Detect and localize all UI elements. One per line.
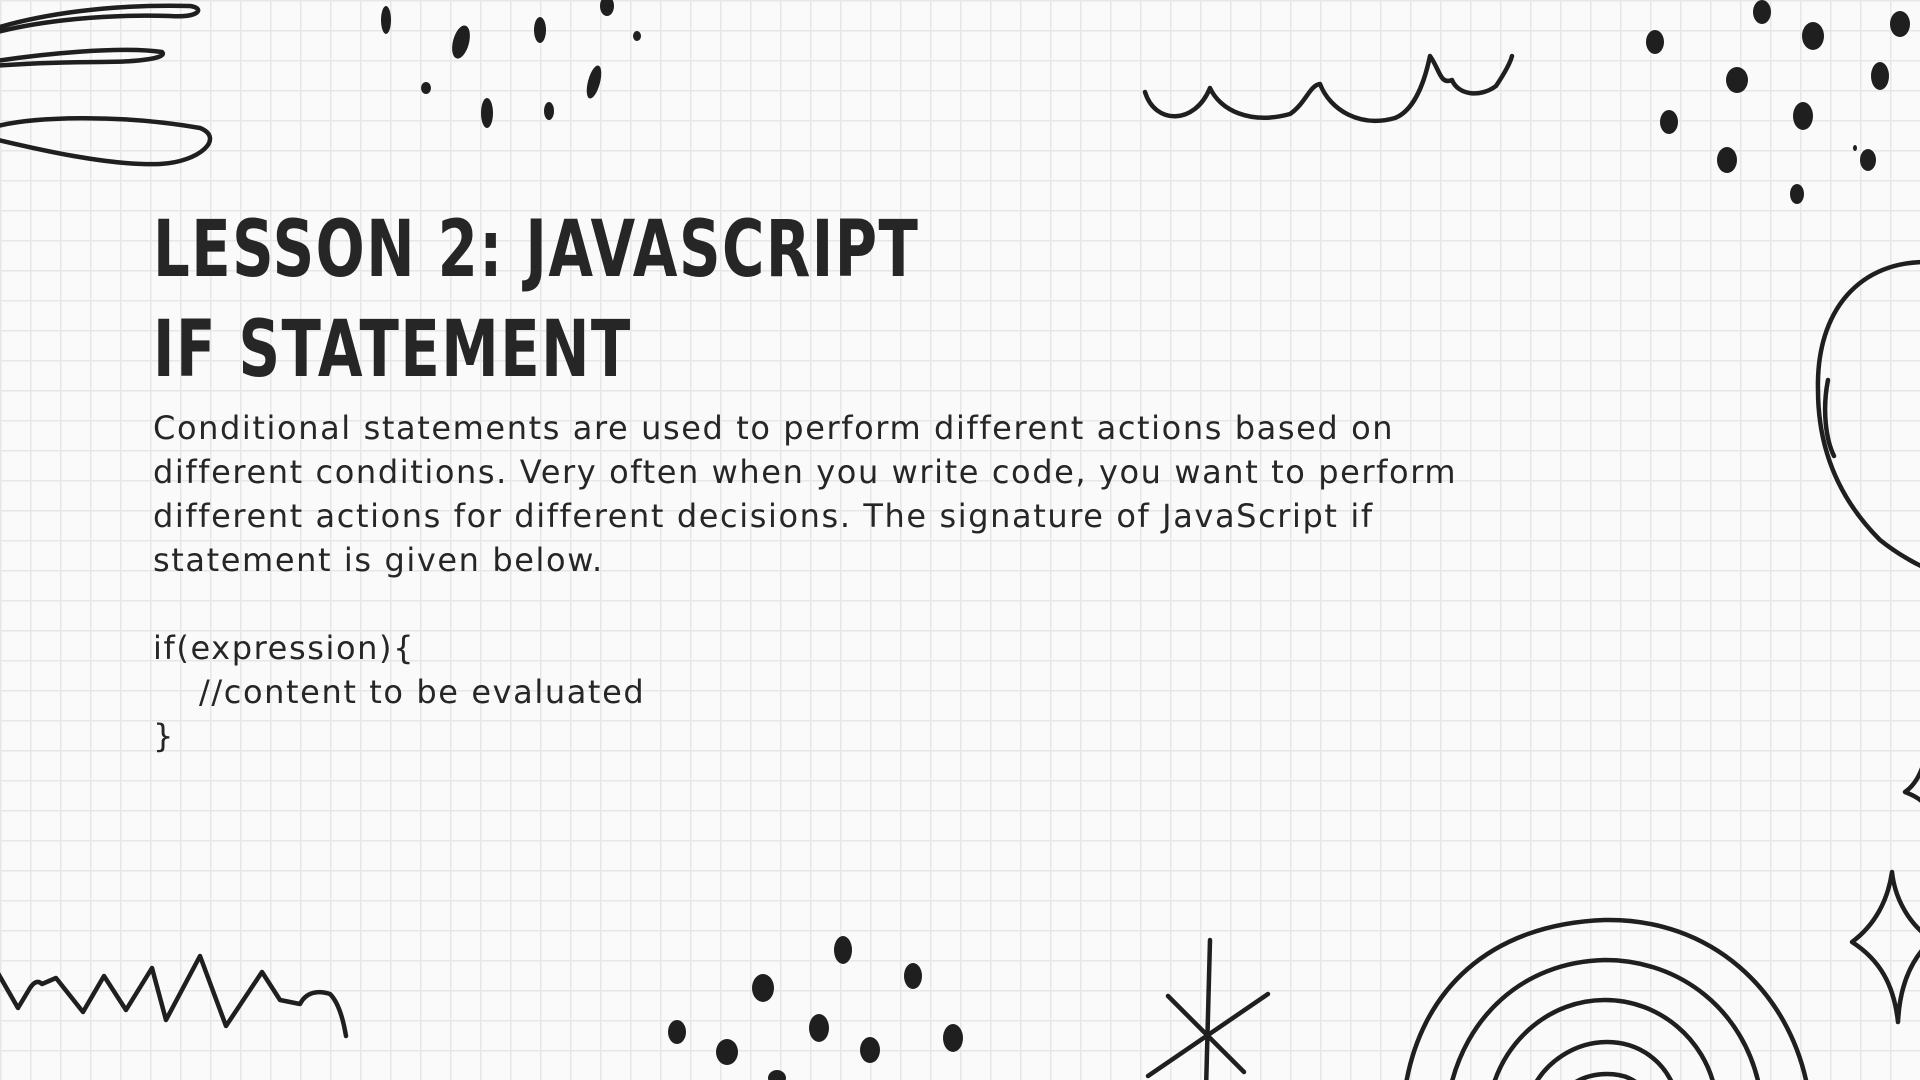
lesson-title-line-2: if statement [153,305,632,395]
dots-top-doodle [381,0,641,128]
slide-content: Lesson 2: JavaScript if statement Condit… [153,200,1493,758]
star-edge-doodle [1902,767,1920,803]
code-line-2: //content to be evaluated [199,673,646,711]
circle-doodle [1815,259,1920,568]
zigzag-doodle [0,953,349,1039]
lesson-title-line-1: Lesson 2: JavaScript [153,205,920,295]
code-snippet: if(expression){ //content to be evaluate… [153,626,1493,758]
wave-doodle [1142,53,1515,124]
asterisk-doodle [1145,937,1271,1080]
sparkle-star-doodle [1849,869,1920,1025]
lesson-description: Conditional statements are used to perfo… [153,409,1458,579]
dots-bottom-doodle [668,936,963,1080]
scribble-loops-doodle [0,3,213,167]
code-line-1: if(expression){ [153,629,416,667]
lesson-title: Lesson 2: JavaScript if statement [153,200,1493,400]
code-line-3: } [153,717,175,755]
slide: Lesson 2: JavaScript if statement Condit… [0,0,1920,1080]
dots-top-right-doodle [1646,0,1910,204]
rainbow-arcs-doodle [1404,917,1809,1080]
